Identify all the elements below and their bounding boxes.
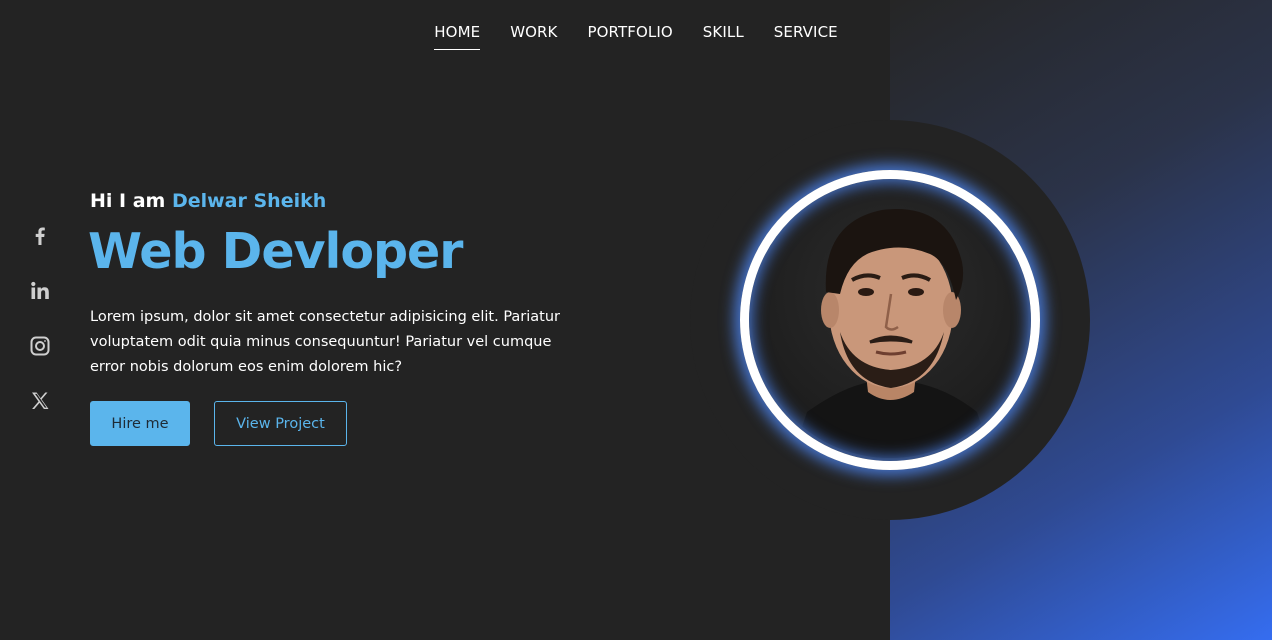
hire-me-button[interactable]: Hire me xyxy=(90,401,190,446)
glow-ring xyxy=(740,170,1040,470)
view-project-button[interactable]: View Project xyxy=(214,401,347,446)
profile-portrait xyxy=(740,170,1040,470)
top-nav: HOME WORK PORTFOLIO SKILL SERVICE xyxy=(0,22,1272,50)
nav-item-home[interactable]: HOME xyxy=(434,22,481,50)
greeting-prefix: Hi I am xyxy=(90,190,172,212)
hero-description: Lorem ipsum, dolor sit amet consectetur … xyxy=(90,309,561,375)
greeting: Hi I am Delwar Sheikh xyxy=(90,187,570,215)
x-twitter-icon[interactable] xyxy=(28,389,52,413)
role-title: Web Devloper xyxy=(88,223,463,280)
social-links xyxy=(28,224,52,413)
nav-item-service[interactable]: SERVICE xyxy=(774,22,838,50)
nav-item-work[interactable]: WORK xyxy=(510,22,557,50)
facebook-icon[interactable] xyxy=(28,224,52,248)
hero-section: Hi I am Delwar Sheikh Web Devloper Lorem… xyxy=(88,187,570,446)
hero-buttons: Hire me View Project xyxy=(90,401,570,446)
nav-item-skill[interactable]: SKILL xyxy=(703,22,744,50)
instagram-icon[interactable] xyxy=(28,334,52,358)
developer-name: Delwar Sheikh xyxy=(171,190,327,212)
linkedin-icon[interactable] xyxy=(28,279,52,303)
nav-item-portfolio[interactable]: PORTFOLIO xyxy=(588,22,673,50)
